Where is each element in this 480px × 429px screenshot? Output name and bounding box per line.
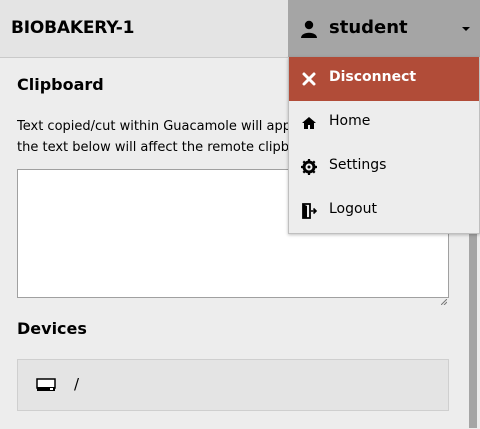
- device-item[interactable]: /: [17, 359, 449, 411]
- user-menu-dropdown: Disconnect Home Settings Logout: [288, 57, 480, 234]
- clipboard-description: Text copied/cut within Guacamole will ap…: [17, 116, 317, 158]
- menu-item-label: Logout: [329, 201, 377, 217]
- menu-item-label: Settings: [329, 157, 387, 173]
- clipboard-description-line: Text copied/cut within Guacamole will ap…: [17, 119, 292, 134]
- menu-item-label: Home: [329, 113, 371, 129]
- clipboard-title: Clipboard: [17, 75, 104, 94]
- menu-item-home[interactable]: Home: [289, 101, 479, 145]
- scrollbar-thumb[interactable]: [469, 228, 477, 428]
- menu-item-settings[interactable]: Settings: [289, 145, 479, 189]
- close-icon: [302, 72, 316, 86]
- menu-item-label: Disconnect: [329, 69, 417, 85]
- connection-title: BIOBAKERY-1: [11, 18, 135, 38]
- logout-icon: [302, 203, 317, 219]
- top-bar: BIOBAKERY-1 student: [0, 0, 480, 58]
- drive-icon: [36, 378, 56, 391]
- user-name: student: [329, 17, 408, 38]
- menu-item-disconnect[interactable]: Disconnect: [289, 57, 479, 101]
- chevron-down-icon: [462, 27, 470, 31]
- menu-item-logout[interactable]: Logout: [289, 189, 479, 233]
- user-menu-button[interactable]: student: [288, 0, 480, 57]
- resize-grip-icon[interactable]: [440, 290, 448, 306]
- devices-title: Devices: [17, 319, 87, 338]
- clipboard-description-line: the text below will affect the remote cl…: [17, 140, 289, 155]
- home-icon: [302, 117, 316, 129]
- gear-icon: [301, 159, 317, 175]
- user-icon: [301, 20, 317, 38]
- device-name: /: [74, 375, 80, 393]
